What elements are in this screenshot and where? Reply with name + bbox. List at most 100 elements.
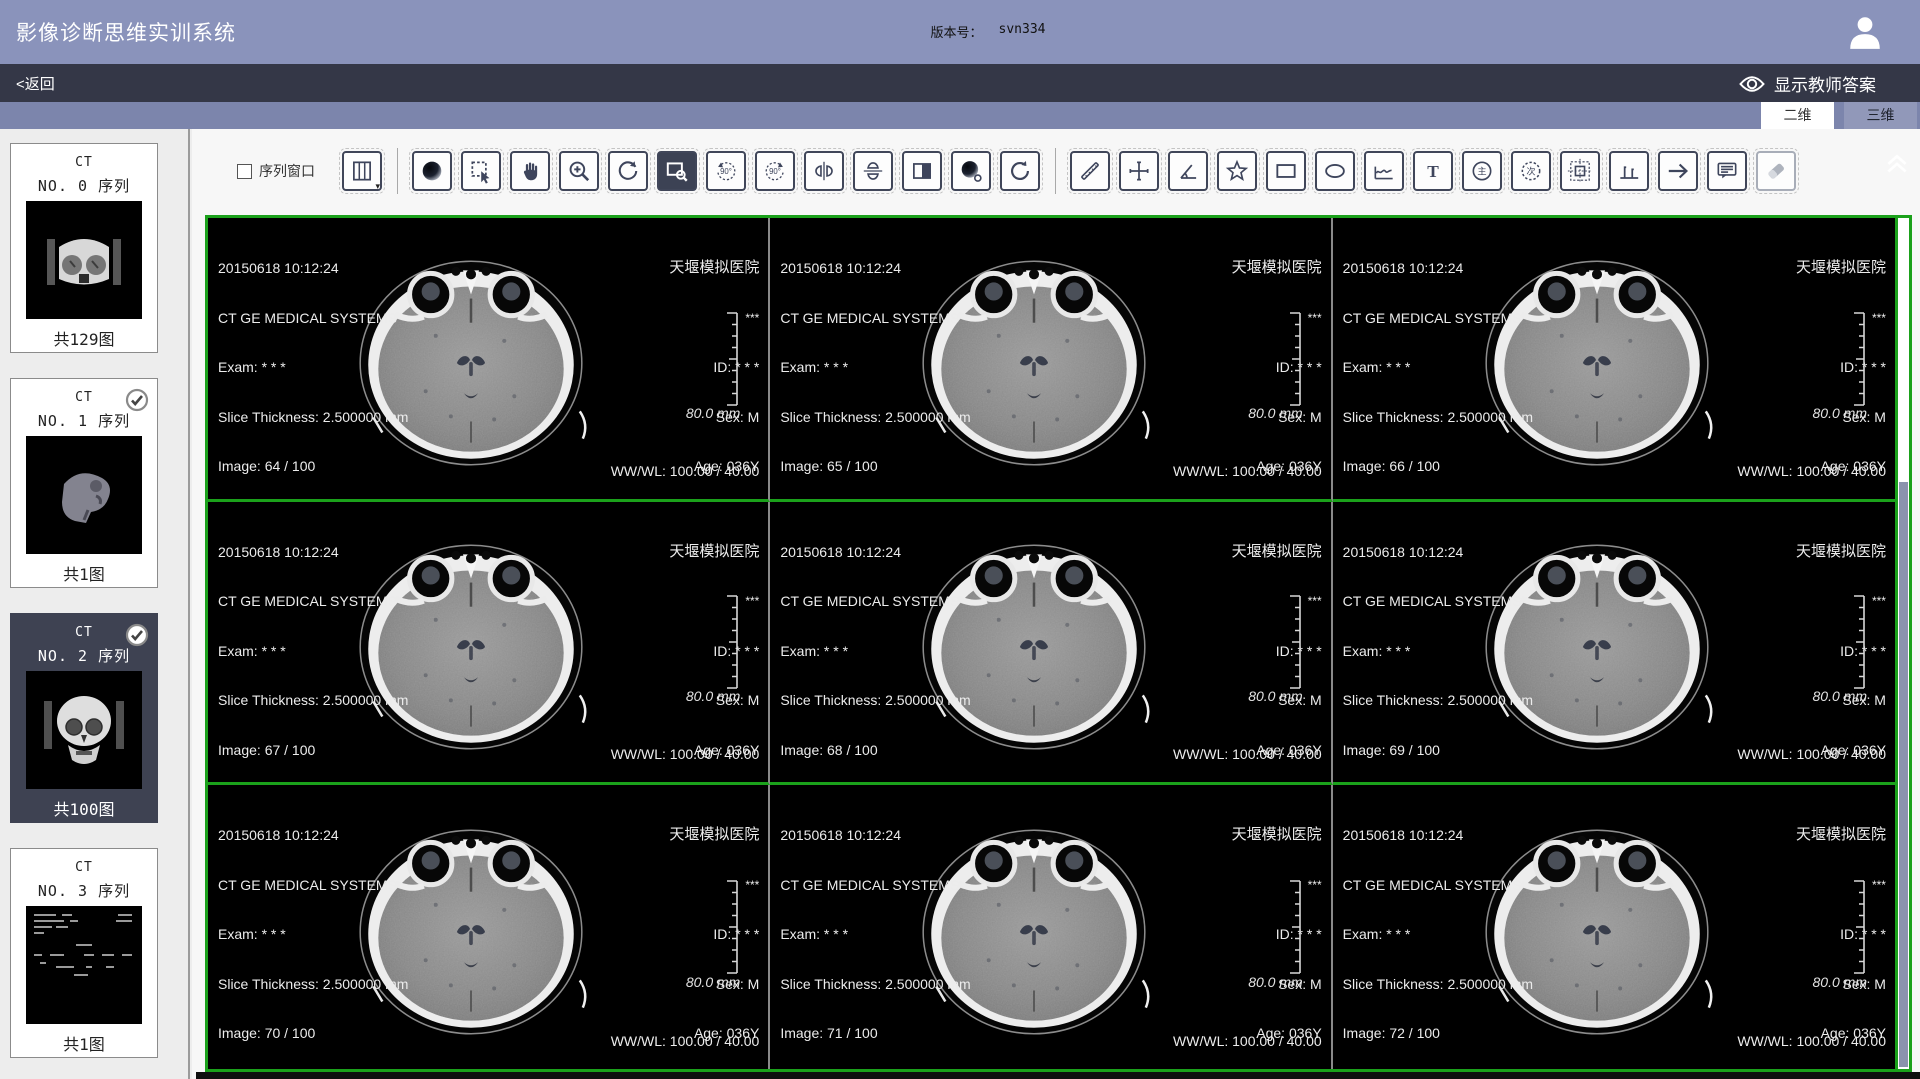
zoom-in-icon [566,158,592,184]
cell-hospital: 天堰模拟医院 [1796,544,1886,561]
svg-text:T: T [1427,162,1439,181]
cell-hospital: 天堰模拟医院 [1232,827,1322,844]
version-value: svn334 [999,22,1046,41]
ruler-tool-button[interactable] [1070,151,1110,191]
svg-text:次: 次 [1526,165,1535,176]
viewer-cell[interactable]: 20150618 10:12:24 CT GE MEDICAL SYSTEMS … [770,218,1332,502]
rotate-90-cw-icon: 90° [762,158,788,184]
series-image-count: 共129图 [11,326,157,350]
collapse-panel-icon[interactable] [1884,152,1910,176]
cell-image-number: Image: 69 / 100 [1343,742,1533,759]
text-annotation-icon: T [1420,158,1446,184]
window-level-icon [419,158,445,184]
rotate-free-tool-button[interactable] [608,151,648,191]
star-polygon-tool-button[interactable] [1217,151,1257,191]
cell-slice-thickness: Slice Thickness: 2.500000 mm [780,692,970,709]
series-sidebar: CT NO. 0 序列 共129图 CT NO. 1 序列 共1图 CT NO.… [0,129,190,1079]
cell-window-level: WW/WL: 100.00 / 40.00 [1737,1033,1886,1049]
main-marker-tool-button[interactable]: 主 [1462,151,1502,191]
series-card[interactable]: CT NO. 1 序列 共1图 [10,378,158,588]
app-title: 影像诊断思维实训系统 [16,17,236,47]
text-annotation-tool-button[interactable]: T [1413,151,1453,191]
window-level-tool-button[interactable] [412,151,452,191]
profile-histogram-tool-button[interactable] [1609,151,1649,191]
cell-scale-label: 80.0 mm [686,974,740,990]
cell-manufacturer: CT GE MEDICAL SYSTEMS [1343,310,1533,327]
viewer-cell[interactable]: 20150618 10:12:24 CT GE MEDICAL SYSTEMS … [208,502,770,786]
zoom-region-tool-button[interactable] [657,151,697,191]
cell-hospital: 天堰模拟医院 [669,827,759,844]
arrow-annotation-tool-button[interactable] [1658,151,1698,191]
curve-profile-tool-button[interactable] [1364,151,1404,191]
viewer-cell[interactable]: 20150618 10:12:24 CT GE MEDICAL SYSTEMS … [208,785,770,1069]
series-thumbnail [26,671,142,789]
zoom-in-tool-button[interactable] [559,151,599,191]
series-card[interactable]: CT NO. 3 序列 共1图 [10,848,158,1058]
show-teacher-answer-button[interactable]: 显示教师答案 [1739,71,1876,96]
viewer-cell[interactable]: 20150618 10:12:24 CT GE MEDICAL SYSTEMS … [1333,785,1895,1069]
center-point-tool-button[interactable] [1560,151,1600,191]
comment-tool-button[interactable] [1707,151,1747,191]
flip-horizontal-tool-button[interactable] [804,151,844,191]
secondary-marker-tool-button[interactable]: 次 [1511,151,1551,191]
image-grid: 20150618 10:12:24 CT GE MEDICAL SYSTEMS … [208,218,1895,1069]
user-icon[interactable] [1846,13,1884,51]
viewer-cell[interactable]: 20150618 10:12:24 CT GE MEDICAL SYSTEMS … [1333,502,1895,786]
viewer-cell[interactable]: 20150618 10:12:24 CT GE MEDICAL SYSTEMS … [1333,218,1895,502]
cell-slice-thickness: Slice Thickness: 2.500000 mm [1343,976,1533,993]
rect-roi-tool-button[interactable] [1266,151,1306,191]
rotate-90-cw-tool-button[interactable]: 90° [755,151,795,191]
cell-overlay-top-left: 20150618 10:12:24 CT GE MEDICAL SYSTEMS … [218,511,408,786]
scrollbar-thumb[interactable] [1899,482,1908,1067]
viewport-scrollbar[interactable] [1895,218,1909,1069]
window-level-reset-icon [958,158,984,184]
cell-overlay-top-left: 20150618 10:12:24 CT GE MEDICAL SYSTEMS … [1343,511,1533,786]
viewer-cell[interactable]: 20150618 10:12:24 CT GE MEDICAL SYSTEMS … [770,502,1332,786]
back-button[interactable]: <返回 [16,73,55,94]
cell-exam: Exam: * * * [218,643,408,660]
svg-text:主: 主 [1477,165,1486,176]
window-level-reset-tool-button[interactable] [951,151,991,191]
cell-patient-id: ID: * * * [1796,359,1886,376]
ellipse-roi-tool-button[interactable] [1315,151,1355,191]
viewer-cell[interactable]: 20150618 10:12:24 CT GE MEDICAL SYSTEMS … [770,785,1332,1069]
tab-3d[interactable]: 三维 [1844,102,1917,129]
invert-tool-button[interactable] [902,151,942,191]
cell-patient-id: ID: * * * [669,643,759,660]
cell-overlay-top-left: 20150618 10:12:24 CT GE MEDICAL SYSTEMS … [780,227,970,502]
layout-caret-icon: ▾ [375,182,380,191]
nav-bar: <返回 显示教师答案 [0,64,1920,102]
layout-grid-tool-button[interactable]: ▾ [342,151,382,191]
cell-overlay-top-left: 20150618 10:12:24 CT GE MEDICAL SYSTEMS … [1343,227,1533,502]
rotate-90-ccw-tool-button[interactable]: 90° [706,151,746,191]
series-window-label: 序列窗口 [259,161,315,181]
show-teacher-answer-label: 显示教师答案 [1774,71,1876,96]
series-card[interactable]: CT NO. 2 序列 共100图 [10,613,158,823]
angle-measure-tool-button[interactable] [1168,151,1208,191]
center-point-icon [1567,158,1593,184]
rotate-free-icon [615,158,641,184]
cell-datetime: 20150618 10:12:24 [218,544,408,561]
comment-icon [1714,158,1740,184]
reset-tool-button[interactable] [1000,151,1040,191]
zoom-region-icon [664,158,690,184]
angle-measure-icon [1175,158,1201,184]
series-window-checkbox[interactable] [237,164,252,179]
cell-overlay-top-right: 天堰模拟医院 *** ID: * * * Sex: M Age: 036Y [669,227,759,502]
select-rect-tool-button[interactable] [461,151,501,191]
viewer-toolbar: 序列窗口 ▾ 90° 90° T 主 次 [192,148,1920,194]
pan-tool-button[interactable] [510,151,550,191]
cell-patient-id: ID: * * * [669,359,759,376]
flip-vertical-tool-button[interactable] [853,151,893,191]
viewer-cell[interactable]: 20150618 10:12:24 CT GE MEDICAL SYSTEMS … [208,218,770,502]
cell-image-number: Image: 64 / 100 [218,458,408,475]
cross-measure-tool-button[interactable] [1119,151,1159,191]
cell-datetime: 20150618 10:12:24 [1343,544,1533,561]
tab-2d[interactable]: 二维 [1761,102,1834,129]
scale-ruler-icon [1850,879,1866,980]
cell-manufacturer: CT GE MEDICAL SYSTEMS [780,877,970,894]
cell-image-number: Image: 71 / 100 [780,1025,970,1042]
cell-window-level: WW/WL: 100.00 / 40.00 [1173,1033,1322,1049]
cell-exam: Exam: * * * [780,643,970,660]
series-card[interactable]: CT NO. 0 序列 共129图 [10,143,158,353]
